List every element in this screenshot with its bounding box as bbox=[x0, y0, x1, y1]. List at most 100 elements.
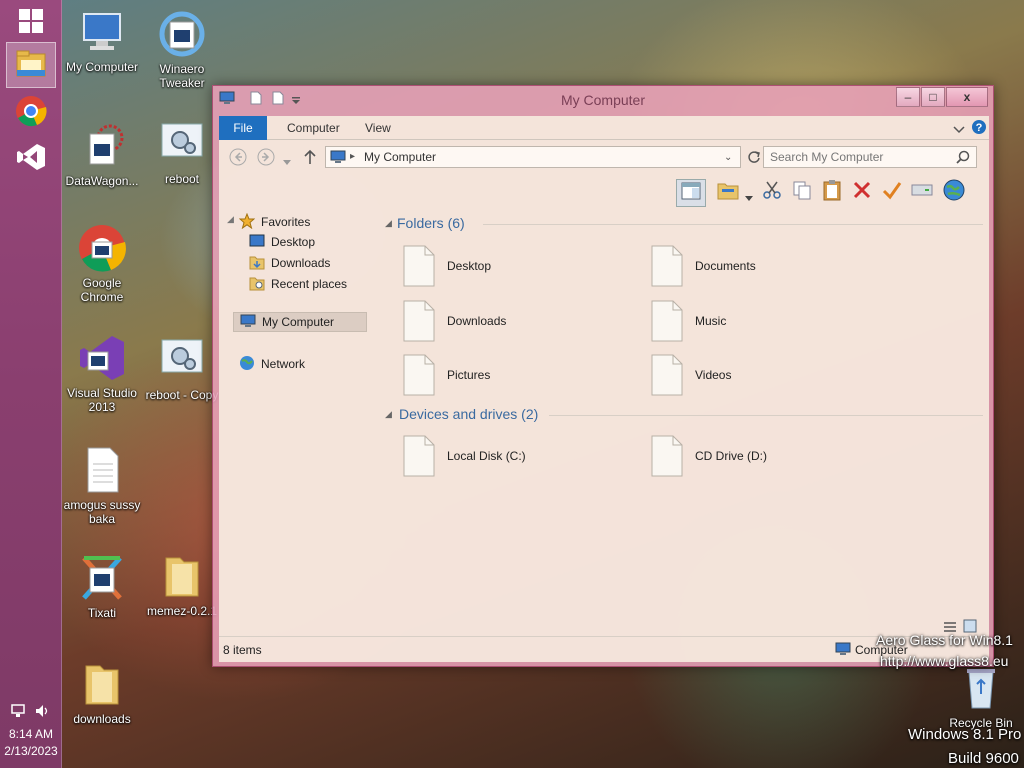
nav-item-recent-places[interactable]: Recent places bbox=[249, 274, 347, 294]
folder-item-videos[interactable]: Videos bbox=[651, 353, 731, 397]
properties-folder-icon bbox=[717, 180, 739, 205]
breadcrumb-separator-icon[interactable]: ▸ bbox=[350, 147, 355, 167]
desktop-icon-reboot-copy[interactable]: reboot - Copy bbox=[141, 336, 223, 402]
star-icon bbox=[238, 212, 256, 232]
clock-time[interactable]: 8:14 AM bbox=[0, 727, 62, 741]
desktop-icon-winaero-tweaker[interactable]: Winaero Tweaker bbox=[141, 10, 223, 90]
copy-button[interactable] bbox=[789, 179, 815, 205]
address-path[interactable]: My Computer bbox=[364, 147, 436, 167]
nav-favorites[interactable]: Favorites bbox=[238, 212, 310, 232]
folder-item-music[interactable]: Music bbox=[651, 299, 726, 343]
desktop-icon-datawagon[interactable]: DataWagon... bbox=[61, 122, 143, 188]
desktop-icon-downloads[interactable]: downloads bbox=[61, 660, 143, 726]
maximize-button[interactable]: □ bbox=[921, 87, 945, 107]
nav-item-desktop[interactable]: Desktop bbox=[249, 232, 315, 252]
folders-collapse-icon[interactable]: ◢ bbox=[385, 218, 392, 229]
desktop-icon-visual-studio[interactable]: Visual Studio 2013 bbox=[61, 334, 143, 414]
computer-small-icon bbox=[240, 314, 256, 331]
collapse-arrow-icon[interactable]: ◢ bbox=[227, 214, 234, 225]
desktop-icon-tixati[interactable]: Tixati bbox=[61, 554, 143, 620]
folder-item-documents[interactable]: Documents bbox=[651, 244, 756, 288]
search-input[interactable] bbox=[764, 147, 964, 167]
navigation-pane: ◢ Favorites Desktop Downloads Recent pla… bbox=[219, 212, 379, 632]
taskbar-chrome[interactable] bbox=[6, 90, 56, 136]
visual-studio-icon bbox=[15, 141, 47, 178]
folder-icon bbox=[158, 552, 206, 600]
desktop-icon-text-file[interactable]: amogus sussy baka bbox=[61, 446, 143, 526]
globe-icon bbox=[943, 179, 965, 206]
command-toolbar bbox=[669, 176, 989, 208]
search-icon[interactable] bbox=[956, 150, 970, 169]
folder-placeholder-icon bbox=[403, 300, 435, 342]
status-bar: 8 items Computer bbox=[219, 636, 989, 662]
desktop-icon-recycle-bin[interactable]: Recycle Bin bbox=[940, 664, 1022, 730]
help-icon[interactable]: ? bbox=[971, 119, 987, 140]
properties-button[interactable] bbox=[715, 179, 741, 205]
drives-collapse-icon[interactable]: ◢ bbox=[385, 409, 392, 420]
paste-button[interactable] bbox=[819, 179, 845, 205]
folders-header[interactable]: Folders (6) bbox=[397, 215, 465, 231]
nav-network[interactable]: Network bbox=[239, 354, 305, 374]
ribbon-expand-icon[interactable] bbox=[953, 122, 965, 140]
nav-item-downloads[interactable]: Downloads bbox=[249, 253, 330, 273]
preview-pane-button[interactable] bbox=[676, 179, 706, 207]
drive-button[interactable] bbox=[909, 179, 935, 205]
taskbar-file-explorer[interactable] bbox=[6, 42, 56, 88]
taskbar: 8:14 AM 2/13/2023 bbox=[0, 0, 62, 768]
nav-my-computer[interactable]: My Computer bbox=[233, 312, 367, 332]
folder-item-desktop[interactable]: Desktop bbox=[403, 244, 491, 288]
back-arrow-icon[interactable] bbox=[229, 148, 247, 171]
script-gear-icon bbox=[158, 120, 206, 168]
forward-arrow-icon[interactable] bbox=[257, 148, 275, 171]
folders-divider bbox=[483, 224, 983, 225]
tab-file[interactable]: File bbox=[219, 116, 267, 140]
clipboard-icon bbox=[822, 179, 842, 206]
computer-icon bbox=[78, 8, 126, 56]
drive-icon bbox=[911, 182, 933, 203]
recent-places-icon bbox=[249, 275, 265, 294]
up-arrow-icon[interactable] bbox=[303, 149, 317, 170]
clock-date[interactable]: 2/13/2023 bbox=[0, 744, 62, 758]
recent-locations-icon[interactable] bbox=[283, 153, 291, 171]
folder-item-downloads[interactable]: Downloads bbox=[403, 299, 506, 343]
item-count: 8 items bbox=[223, 643, 262, 657]
computer-small-icon bbox=[330, 150, 346, 170]
tab-computer[interactable]: Computer bbox=[277, 116, 350, 140]
address-bar[interactable]: ▸ My Computer ⌄ bbox=[325, 146, 741, 168]
desktop-icon-memez[interactable]: memez-0.2.1 bbox=[141, 552, 223, 618]
folder-item-pictures[interactable]: Pictures bbox=[403, 353, 490, 397]
close-button[interactable]: x bbox=[946, 87, 988, 107]
desktop-icon-my-computer[interactable]: My Computer bbox=[61, 8, 143, 74]
script-gear-icon bbox=[158, 336, 206, 384]
dropdown-arrow-icon[interactable] bbox=[745, 189, 753, 207]
visual-studio-shortcut-icon bbox=[78, 334, 126, 382]
refresh-icon[interactable] bbox=[747, 150, 761, 169]
rename-button[interactable] bbox=[879, 179, 905, 205]
search-box[interactable] bbox=[763, 146, 977, 168]
network-icon[interactable] bbox=[10, 703, 28, 724]
minimize-button[interactable]: – bbox=[896, 87, 920, 107]
cut-button[interactable] bbox=[759, 179, 785, 205]
taskbar-visual-studio[interactable] bbox=[6, 136, 56, 182]
drive-placeholder-icon bbox=[403, 435, 435, 477]
watermark-line2: http://www.glass8.eu bbox=[880, 653, 1009, 669]
watermark-line1: Aero Glass for Win8.1 bbox=[876, 632, 1013, 648]
volume-icon[interactable] bbox=[35, 704, 51, 723]
drives-header[interactable]: Devices and drives (2) bbox=[399, 406, 538, 422]
desktop-icon-google-chrome[interactable]: Google Chrome bbox=[61, 224, 143, 304]
tab-view[interactable]: View bbox=[355, 116, 401, 140]
drive-item-local-disk[interactable]: Local Disk (C:) bbox=[403, 434, 526, 478]
chrome-icon bbox=[15, 95, 47, 132]
address-dropdown-icon[interactable]: ⌄ bbox=[724, 148, 732, 168]
network-globe-button[interactable] bbox=[941, 179, 967, 205]
checkmark-icon bbox=[882, 180, 902, 205]
desktop-icon-reboot[interactable]: reboot bbox=[141, 120, 223, 186]
winaero-tweaker-icon bbox=[158, 10, 206, 58]
window-titlebar[interactable]: My Computer – □ x bbox=[213, 86, 993, 114]
start-button[interactable] bbox=[6, 0, 56, 46]
delete-x-icon bbox=[852, 180, 872, 205]
drive-item-cd-drive[interactable]: CD Drive (D:) bbox=[651, 434, 767, 478]
delete-button[interactable] bbox=[849, 179, 875, 205]
recycle-bin-icon bbox=[957, 664, 1005, 712]
ribbon-tabs: File Computer View ? bbox=[219, 116, 989, 140]
